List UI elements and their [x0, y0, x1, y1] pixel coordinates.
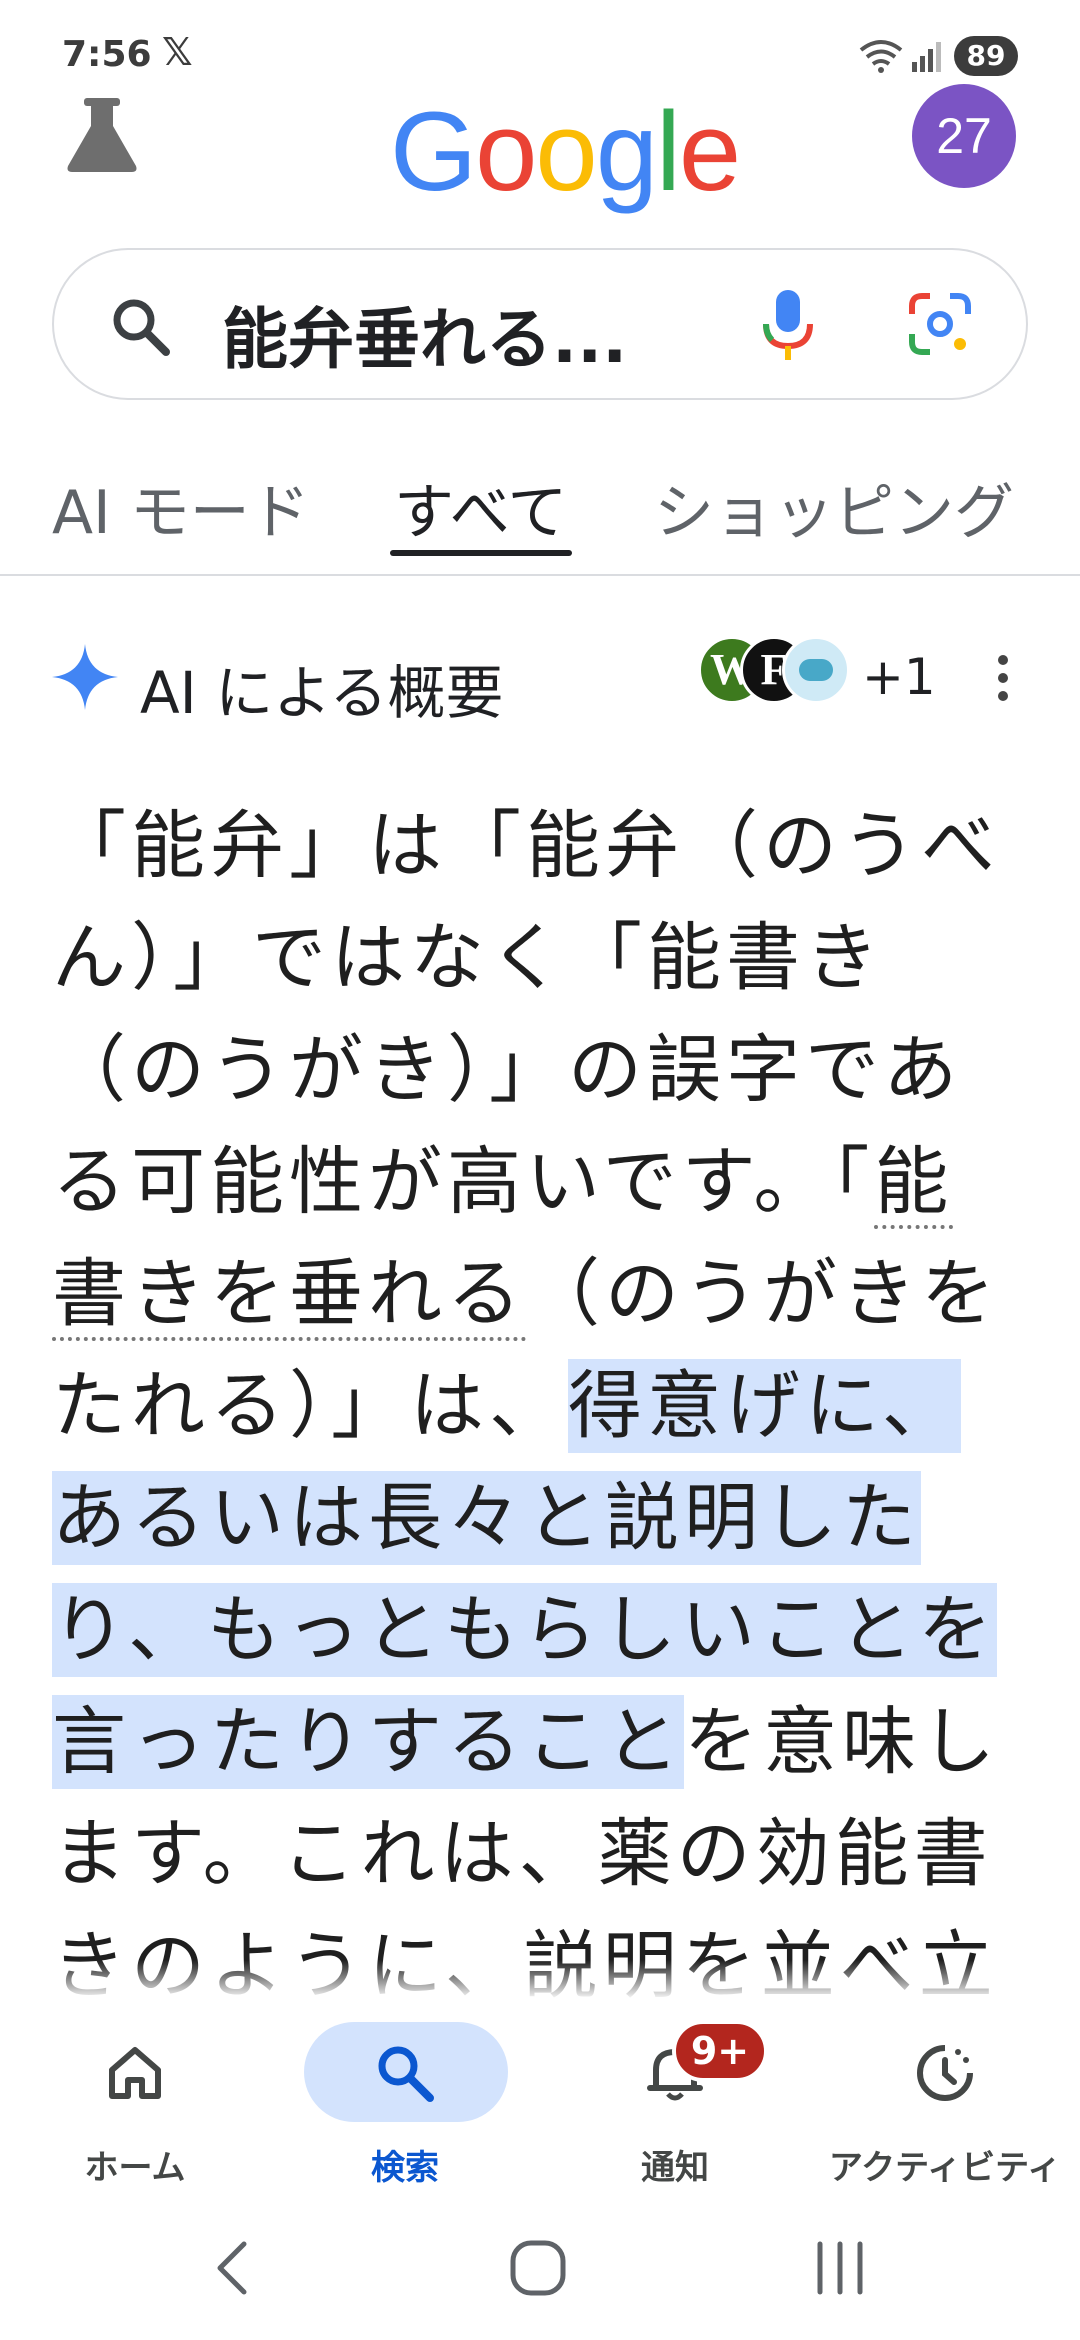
tab-shopping[interactable]: ショッピング	[654, 464, 1014, 551]
google-logo-letter: o	[535, 89, 597, 214]
google-logo-letter: G	[390, 89, 477, 214]
google-logo-letter: o	[475, 89, 537, 214]
content-fade	[0, 1960, 1080, 2000]
flask-icon[interactable]	[60, 92, 144, 176]
nav-notifications-label: 通知	[641, 2148, 709, 2188]
avatar[interactable]: 27	[912, 84, 1016, 188]
google-logo-letter: g	[595, 89, 658, 214]
sparkle-icon	[52, 644, 118, 710]
microphone-icon[interactable]	[760, 288, 816, 364]
x-logo-icon: 𝕏	[162, 30, 193, 74]
bottom-navigation: ホーム 検索 9+ 通知 アクティビティ	[0, 2004, 1080, 2204]
more-sources-count[interactable]: +1	[862, 648, 936, 706]
status-bar: 7:56 𝕏 89	[0, 0, 1080, 90]
home-icon	[109, 2047, 161, 2099]
ai-overview-header: AI による概要 W F +1	[52, 636, 1042, 727]
back-icon[interactable]	[212, 2238, 252, 2298]
wifi-icon	[859, 40, 903, 73]
home-button-icon[interactable]	[508, 2238, 568, 2298]
signal-icon	[912, 42, 941, 72]
google-logo-letter: l	[656, 89, 681, 214]
search-input[interactable]: 能弁垂れる...	[222, 286, 627, 382]
nav-activity[interactable]: アクティビティ	[810, 2004, 1080, 2204]
search-box[interactable]: 能弁垂れる...	[52, 248, 1028, 400]
source-favicon[interactable]	[782, 636, 850, 704]
nav-notifications[interactable]: 9+ 通知	[540, 2004, 810, 2204]
battery-indicator: 89	[954, 36, 1018, 76]
recent-apps-icon[interactable]	[814, 2240, 866, 2296]
notification-badge: 9+	[672, 2020, 768, 2082]
activity-icon	[917, 2045, 973, 2101]
search-icon	[113, 299, 170, 356]
tab-all[interactable]: すべて	[394, 464, 567, 551]
google-logo: Google	[390, 89, 741, 214]
nav-home-label: ホーム	[84, 2148, 186, 2188]
ai-overview-text: 「能弁」は「能弁（のうべん）」ではなく「能書き（のうがき）」の誤字である可能性が…	[52, 790, 1032, 2134]
active-tab-indicator	[390, 550, 572, 556]
search-icon	[378, 2046, 434, 2102]
system-navigation-bar	[0, 2204, 1080, 2340]
tab-ai-mode[interactable]: AI モード	[52, 464, 310, 551]
status-time: 7:56	[62, 34, 152, 75]
ai-overview-title: AI による概要	[140, 659, 504, 727]
search-tabs: AI モード すべて ショッピング	[0, 450, 1080, 576]
google-lens-icon[interactable]	[908, 292, 972, 356]
more-vert-icon[interactable]	[988, 648, 1018, 708]
nav-activity-label: アクティビティ	[828, 2148, 1062, 2188]
nav-home[interactable]: ホーム	[0, 2004, 270, 2204]
ai-text-part: 「能弁」は「能弁（のうべん）」ではなく「能書き（のうがき）」の誤字である可能性が…	[52, 803, 1000, 1225]
nav-search[interactable]: 検索	[270, 2004, 540, 2204]
google-logo-letter: e	[678, 89, 741, 214]
nav-search-label: 検索	[371, 2148, 439, 2188]
